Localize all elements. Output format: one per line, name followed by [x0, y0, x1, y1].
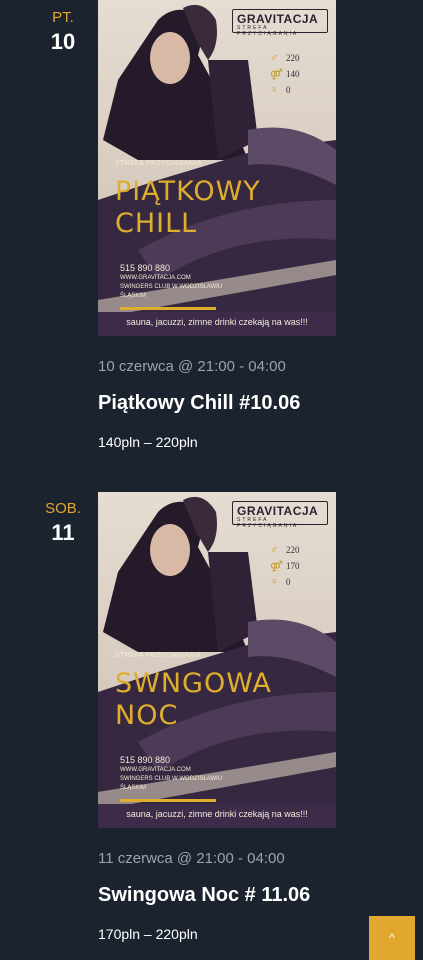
poster-club: SWINGERS CLUB W WODZISŁAWIU — [120, 776, 223, 782]
poster-brand-sub: STREFA PRZYCIĄGANIA — [237, 517, 299, 529]
event-poster[interactable]: GRAVITACJA STREFA PRZYCIĄGANIA ♂ 220 ⚤ 170… — [98, 492, 336, 828]
poster-price: 220 — [286, 53, 300, 63]
poster-contact: 515 890 880 WWW.GRAVITACJA.COM SWINGERS … — [120, 754, 222, 793]
poster-tagline: STREFA PRZYCIĄGANIA — [115, 652, 202, 659]
poster-club: ŚLĄSKIM — [120, 785, 147, 791]
poster-site: WWW.GRAVITACJA.COM — [120, 275, 191, 281]
female-symbol-icon: ♀ — [270, 84, 279, 96]
poster-title-line: CHILL — [115, 208, 198, 239]
poster-brand: GRAVITACJA — [237, 12, 319, 26]
poster-divider — [120, 799, 216, 802]
poster-phone: 515 890 880 — [120, 755, 171, 765]
poster-tagline: STREFA PRZYCIĄGANIA — [115, 160, 202, 167]
poster-title: SWNGOWA NOC — [115, 668, 272, 732]
poster-club: SWINGERS CLUB W WODZISŁAWIU — [120, 284, 223, 290]
couple-symbol-icon: ⚤ — [270, 68, 283, 81]
poster-title-line: SWNGOWA — [115, 668, 272, 699]
poster-prices: ♂ 220 ⚤ 170 ♀ 0 — [270, 542, 310, 590]
event-poster[interactable]: GRAVITACJA STREFA PRZYCIĄGANIA ♂ 220 ⚤ 140… — [98, 0, 336, 336]
poster-site: WWW.GRAVITACJA.COM — [120, 767, 191, 773]
female-symbol-icon: ♀ — [270, 576, 279, 588]
poster-price: 0 — [286, 85, 291, 95]
poster-price: 170 — [286, 561, 300, 571]
chevron-up-icon: ^ — [389, 931, 395, 945]
event-price: 170pln – 220pln — [98, 926, 198, 942]
poster-prices: ♂ 220 ⚤ 140 ♀ 0 — [270, 50, 310, 98]
poster-title-line: NOC — [115, 700, 179, 731]
event-time: 10 czerwca @ 21:00 - 04:00 — [98, 358, 286, 375]
poster-divider — [120, 307, 216, 310]
event-time: 11 czerwca @ 21:00 - 04:00 — [98, 850, 285, 867]
poster-logo: GRAVITACJA STREFA PRZYCIĄGANIA — [232, 501, 328, 529]
poster-club: ŚLĄSKIM — [120, 293, 147, 299]
poster-phone: 515 890 880 — [120, 263, 171, 273]
poster-contact: 515 890 880 WWW.GRAVITACJA.COM SWINGERS … — [120, 262, 222, 301]
poster-bottom-text: sauna, jacuzzi, zimne drinki czekają na … — [98, 804, 336, 828]
poster-title-line: PIĄTKOWY — [115, 176, 261, 207]
event-price: 140pln – 220pln — [98, 434, 198, 450]
poster-logo: GRAVITACJA STREFA PRZYCIĄGANIA — [232, 9, 328, 37]
male-symbol-icon: ♂ — [270, 52, 279, 64]
scroll-to-top-button[interactable]: ^ — [369, 916, 415, 960]
event-title[interactable]: Swingowa Noc # 11.06 — [98, 884, 310, 907]
male-symbol-icon: ♂ — [270, 544, 279, 556]
poster-brand: GRAVITACJA — [237, 504, 319, 518]
poster-title: PIĄTKOWY CHILL — [115, 176, 261, 240]
poster-bottom-text: sauna, jacuzzi, zimne drinki czekają na … — [98, 312, 336, 336]
event-title[interactable]: Piątkowy Chill #10.06 — [98, 392, 300, 415]
poster-brand-sub: STREFA PRZYCIĄGANIA — [237, 25, 299, 37]
poster-price: 220 — [286, 545, 300, 555]
poster-price: 140 — [286, 69, 300, 79]
couple-symbol-icon: ⚤ — [270, 560, 283, 573]
poster-price: 0 — [286, 577, 291, 587]
